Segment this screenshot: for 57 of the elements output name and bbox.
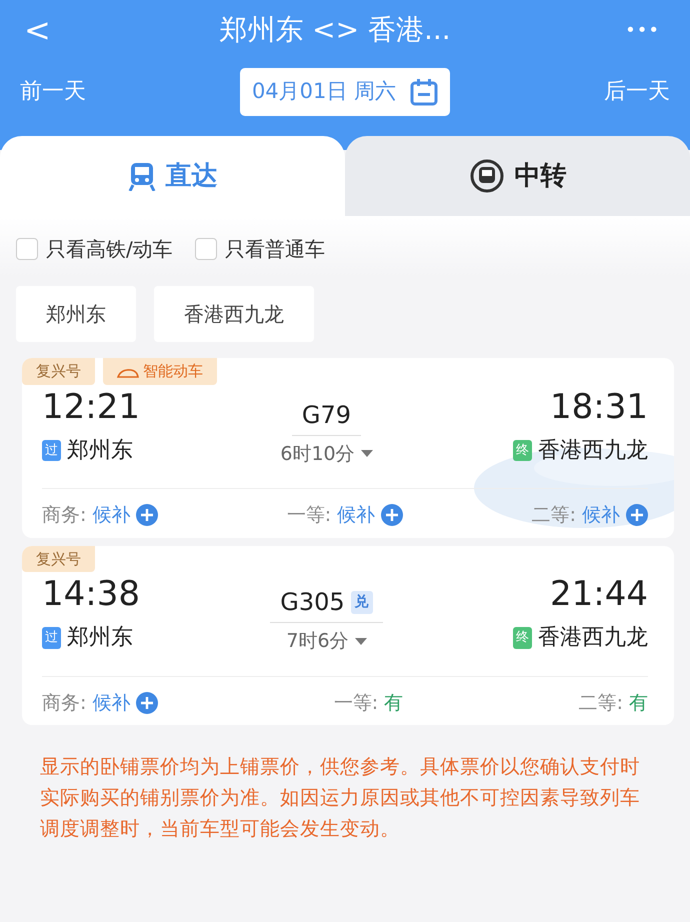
previous-day-button[interactable]: 前一天 bbox=[20, 75, 86, 108]
tab[interactable]: 直达 bbox=[0, 136, 345, 216]
date-picker[interactable]: 04月01日 周六 bbox=[240, 68, 450, 116]
back-button[interactable]: < bbox=[24, 14, 51, 46]
train-tag: 复兴号 bbox=[22, 546, 95, 572]
seat-availability[interactable]: 候补 bbox=[337, 501, 376, 530]
train-tag: 复兴号 bbox=[22, 358, 95, 384]
caret-icon bbox=[360, 450, 373, 458]
seat-class-label: 商务: bbox=[42, 503, 86, 528]
next-day-button[interactable]: 后一天 bbox=[604, 75, 670, 108]
seat-availability[interactable]: 候补 bbox=[92, 501, 130, 530]
station-filter-button[interactable]: 香港西九龙 bbox=[154, 286, 314, 342]
train-card[interactable]: 复兴号 智能动车 12:21 过 郑州东 G79 6时10分 18:31 终 香港西九龙 商务: 候补 一等: 候补 二等: 候补 bbox=[22, 358, 674, 538]
departure-time: 14:38 bbox=[42, 576, 140, 614]
train-tag: 智能动车 bbox=[103, 358, 217, 384]
add-icon bbox=[136, 692, 158, 714]
filter-checkbox[interactable]: 只看普通车 bbox=[194, 234, 325, 264]
seat-availability: 有 bbox=[629, 690, 648, 716]
duration-toggle[interactable]: 6时10分 bbox=[280, 440, 373, 468]
seat-class-label: 二等: bbox=[532, 503, 576, 528]
add-icon bbox=[626, 504, 648, 526]
transfer-train-icon bbox=[468, 158, 504, 194]
page-title: 郑州东 <> 香港... bbox=[219, 12, 451, 48]
add-icon bbox=[381, 504, 404, 526]
departure-time: 12:21 bbox=[42, 388, 140, 426]
seat-availability[interactable]: 候补 bbox=[92, 688, 130, 717]
arrival-time: 18:31 bbox=[549, 388, 648, 426]
terminal-badge: 终 bbox=[513, 440, 532, 462]
seat-class-label: 一等: bbox=[334, 690, 378, 716]
departure-station: 郑州东 bbox=[67, 436, 133, 465]
exchange-badge: 兑 bbox=[350, 590, 373, 614]
calendar-icon bbox=[410, 78, 438, 106]
departure-station: 郑州东 bbox=[67, 624, 133, 652]
add-icon bbox=[136, 504, 158, 526]
station-filter-button[interactable]: 郑州东 bbox=[16, 286, 136, 342]
arrival-station: 香港西九龙 bbox=[538, 436, 648, 465]
train-number[interactable]: G79 bbox=[292, 396, 362, 436]
train-card[interactable]: 复兴号 14:38 过 郑州东 G305 兑 7时6分 21:44 终 香港西九龙 商务: 候补 一等: 有 二等: 有 bbox=[22, 546, 674, 725]
tab[interactable]: 中转 bbox=[345, 136, 690, 216]
seat-availability: 有 bbox=[384, 690, 404, 716]
seat-availability[interactable]: 候补 bbox=[582, 501, 620, 530]
train-number[interactable]: G305 兑 bbox=[270, 584, 383, 623]
more-button[interactable]: ••• bbox=[619, 16, 666, 44]
pass-through-badge: 过 bbox=[42, 440, 61, 462]
seat-class-label: 一等: bbox=[286, 503, 332, 528]
notice-text: 显示的卧铺票价均为上铺票价，供您参考。具体票价以您确认支付时实际购买的铺别票价为准。如因运力原因或其他不可控因素导致列车调度调整时，当前车型可能会发生变动。 bbox=[39, 754, 641, 842]
seat-class-label: 商务: bbox=[42, 690, 86, 716]
arrival-time: 21:44 bbox=[549, 576, 648, 614]
arrival-station: 香港西九龙 bbox=[538, 624, 648, 652]
checkbox[interactable] bbox=[194, 238, 217, 260]
caret-icon bbox=[354, 638, 367, 645]
checkbox[interactable] bbox=[16, 238, 38, 260]
filter-checkbox[interactable]: 只看高铁/动车 bbox=[16, 234, 173, 264]
terminal-badge: 终 bbox=[512, 627, 532, 649]
seat-class-label: 二等: bbox=[578, 690, 623, 716]
pass-through-badge: 过 bbox=[42, 627, 61, 649]
duration-toggle[interactable]: 7时6分 bbox=[270, 627, 383, 656]
